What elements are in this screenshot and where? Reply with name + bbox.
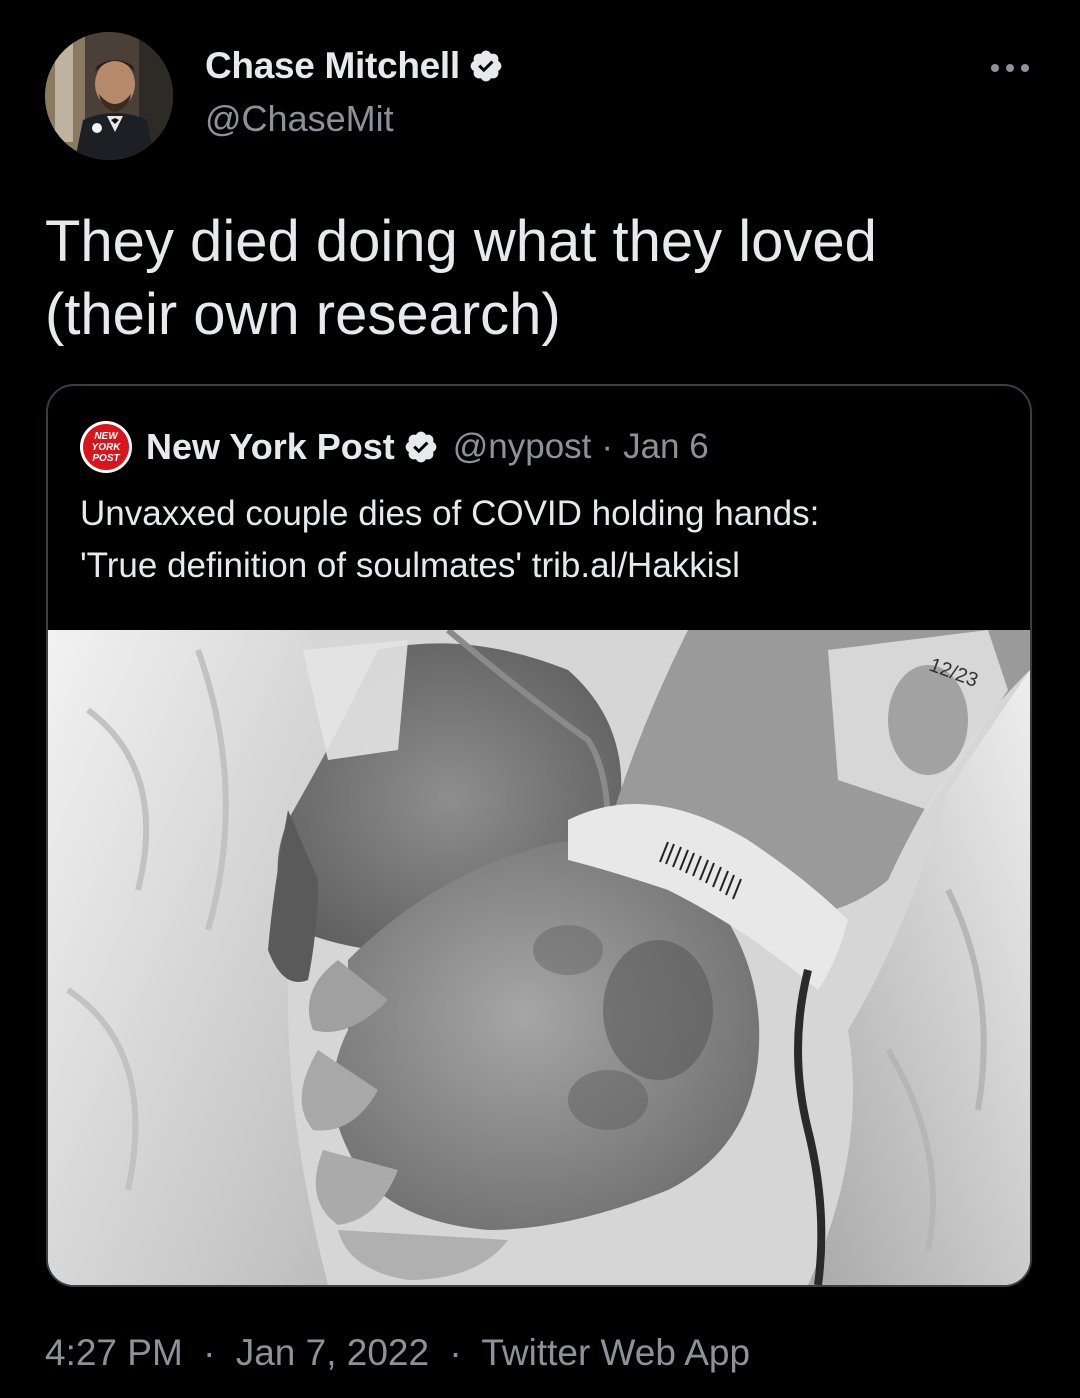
quoted-date[interactable]: Jan 6 [623, 427, 709, 467]
tweet-text-line: (their own research) [45, 282, 561, 347]
quoted-tweet-image[interactable]: 12/23 [48, 630, 1030, 1285]
verified-badge-icon [470, 50, 502, 82]
nypost-logo-avatar[interactable]: NEW YORK POST [80, 421, 132, 473]
quoted-tweet-text: Unvaxxed couple dies of COVID holding ha… [80, 488, 1010, 592]
tweet-date[interactable]: Jan 7, 2022 [236, 1332, 429, 1373]
quoted-text-line[interactable]: 'True definition of soulmates' trib.al/H… [80, 540, 1010, 592]
author-display-name[interactable]: Chase Mitchell [205, 45, 460, 87]
footer-separator: · [449, 1332, 462, 1373]
tweet-text-line: They died doing what they loved [45, 209, 877, 274]
tweet-source[interactable]: Twitter Web App [481, 1332, 750, 1373]
nypost-logo-text-new: NEW [94, 431, 119, 442]
holding-hands-photo: 12/23 [48, 630, 1030, 1285]
tweet-time[interactable]: 4:27 PM [45, 1332, 183, 1373]
more-options-icon[interactable] [988, 58, 1032, 78]
quoted-display-name[interactable]: New York Post [146, 426, 395, 468]
footer-separator: · [203, 1332, 216, 1373]
tweet-text: They died doing what they loved (their o… [45, 205, 1035, 351]
quoted-verified-badge-icon [405, 431, 437, 463]
author-name-row[interactable]: Chase Mitchell [205, 44, 504, 88]
quoted-handle[interactable]: @nypost [453, 427, 592, 467]
quoted-text-line: Unvaxxed couple dies of COVID holding ha… [80, 494, 820, 533]
quoted-tweet-header: NEW YORK POST New York Post @nypost · Ja… [80, 421, 709, 473]
quoted-separator: · [601, 427, 614, 466]
nypost-logo-text-york: YORK [92, 442, 122, 453]
tweet-footer: 4:27 PM · Jan 7, 2022 · Twitter Web App [45, 1332, 750, 1374]
nypost-logo-text-post: POST [92, 453, 120, 464]
quoted-tweet-card[interactable]: NEW YORK POST New York Post @nypost · Ja… [46, 384, 1032, 1287]
author-avatar[interactable] [45, 32, 173, 160]
author-handle[interactable]: @ChaseMit [205, 98, 394, 140]
